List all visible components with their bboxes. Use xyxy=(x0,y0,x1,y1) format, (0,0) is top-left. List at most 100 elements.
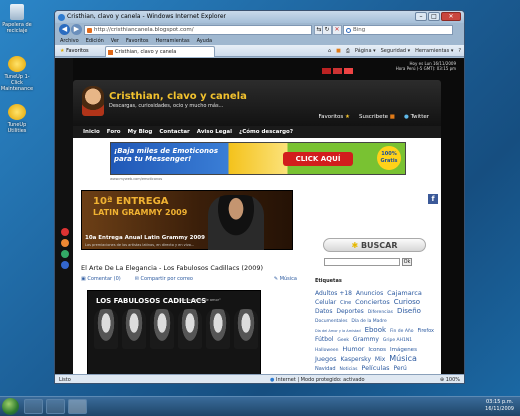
tag-link[interactable]: Día de la Madre xyxy=(351,319,386,324)
tag-link[interactable]: Fútbol xyxy=(315,336,333,343)
social-twitter[interactable]: ● Twitter xyxy=(404,114,429,120)
back-button[interactable]: ◀ xyxy=(59,24,70,35)
tag-link[interactable]: Deportes xyxy=(336,308,363,315)
tag-link[interactable]: Conciertos xyxy=(355,298,390,306)
tag-link[interactable]: Películas xyxy=(361,364,389,372)
nav-aviso-legal[interactable]: Aviso Legal xyxy=(197,126,232,138)
maximize-button[interactable]: □ xyxy=(428,12,440,21)
nav-como-descargo[interactable]: ¿Cómo descargo? xyxy=(239,126,293,138)
tag-link[interactable]: Ebook xyxy=(365,326,387,334)
post-share-link[interactable]: ✉ Compartir por correo xyxy=(135,276,193,282)
tag-link[interactable]: Gripe AH1N1 xyxy=(383,338,412,343)
blog-title[interactable]: Cristhian, clavo y canela xyxy=(109,91,247,102)
facebook-icon[interactable]: f xyxy=(428,194,438,204)
taskbar-ie-pinned[interactable] xyxy=(24,399,43,414)
minimize-button[interactable]: – xyxy=(415,12,427,21)
tag-link[interactable]: Cajamarca xyxy=(387,289,422,297)
tag-link[interactable]: Música xyxy=(389,354,417,363)
social-suscribete[interactable]: Suscribete ■ xyxy=(359,114,395,120)
favorites-button[interactable]: ★ Favoritos xyxy=(60,45,89,57)
tag-link[interactable]: Grammy xyxy=(353,336,379,343)
tag-link[interactable]: Humor xyxy=(342,345,364,353)
menu-herramientas[interactable]: Herramientas xyxy=(156,37,190,45)
window-titlebar[interactable]: Cristhian, clavo y canela - Windows Inte… xyxy=(55,11,464,23)
tag-link[interactable]: Documentales xyxy=(315,319,347,324)
tag-link[interactable]: Iconos xyxy=(368,347,386,353)
menu-ver[interactable]: Ver xyxy=(111,37,119,45)
tab-current[interactable]: Cristhian, clavo y canela xyxy=(105,46,215,57)
tag-link[interactable]: Día del Amor y la Amistad xyxy=(315,329,361,333)
mail-icon: ✉ xyxy=(134,276,139,282)
tag-link[interactable]: Fin de Año xyxy=(390,329,414,334)
tag-link[interactable]: Anuncios xyxy=(356,290,383,297)
menu-edicion[interactable]: Edición xyxy=(86,37,104,45)
social-favoritos[interactable]: Favoritos ★ xyxy=(318,114,350,120)
post-image[interactable]: LOS FABULOSOS CADILLACS "Contrabando de … xyxy=(87,290,261,374)
tag-link[interactable]: Adultos +18 xyxy=(315,290,352,297)
post-category-link[interactable]: ✎ Música xyxy=(274,276,297,282)
recycle-bin-icon xyxy=(10,4,24,20)
nav-foro[interactable]: Foro xyxy=(107,126,121,138)
close-button[interactable]: ✕ xyxy=(441,12,461,21)
browser-window: Cristhian, clavo y canela - Windows Inte… xyxy=(54,10,465,384)
tag-link[interactable]: Halloween xyxy=(315,348,338,353)
desktop-icon-recycle-bin[interactable]: Papelera de reciclaje xyxy=(0,4,34,34)
taskbar-media-player[interactable] xyxy=(68,399,87,414)
emoticon-ad-banner[interactable]: ¡Baja miles de Emoticonos para tu Messen… xyxy=(110,142,406,175)
tag-link[interactable]: Geek xyxy=(337,338,349,343)
system-tray-clock[interactable]: 03:15 p.m. 16/11/2009 xyxy=(485,399,514,413)
address-field[interactable]: http://cristhiancanela.blogspot.com/ xyxy=(84,25,312,35)
page-menu[interactable]: Página ▾ xyxy=(355,45,376,57)
post-comments-link[interactable]: ▣ Comentar (0) xyxy=(81,276,121,282)
social-icon[interactable] xyxy=(61,239,69,247)
print-icon[interactable]: ⎙ xyxy=(346,45,350,57)
tag-link[interactable]: Cine xyxy=(340,300,351,306)
blog-search-button[interactable]: Ok xyxy=(402,258,412,266)
ad-click-button[interactable]: CLICK AQUÍ xyxy=(283,152,353,166)
home-icon[interactable]: ⌂ xyxy=(328,45,331,57)
zoom-control[interactable]: ⊕ 100% xyxy=(440,375,460,383)
taskbar-explorer[interactable] xyxy=(46,399,65,414)
tag-link[interactable]: Imágenes xyxy=(390,347,417,353)
desktop-icon-tuneup-utilities[interactable]: TuneUp Utilities xyxy=(0,104,34,134)
tag-link[interactable]: Firefox xyxy=(417,328,434,334)
refresh-button[interactable]: ↻ xyxy=(322,25,332,35)
help-icon[interactable]: ? xyxy=(458,45,461,57)
tag-link[interactable]: Datos xyxy=(315,308,332,315)
tools-menu[interactable]: Herramientas ▾ xyxy=(415,45,453,57)
tag-link[interactable]: Navidad xyxy=(315,366,336,372)
desktop-icon-label: TuneUp 1-Click Maintenance xyxy=(0,74,34,92)
search-field[interactable]: Bing xyxy=(343,25,453,35)
nav-my-blog[interactable]: My Blog xyxy=(128,126,153,138)
social-icon[interactable] xyxy=(61,250,69,258)
tag-link[interactable]: Diferencias xyxy=(368,310,393,315)
desktop-icon-tuneup-maintenance[interactable]: TuneUp 1-Click Maintenance xyxy=(0,56,34,92)
feeds-icon[interactable]: ■ xyxy=(336,45,341,57)
safety-menu[interactable]: Seguridad ▾ xyxy=(381,45,411,57)
tag-link[interactable]: Kaspersky xyxy=(340,356,371,363)
tag-link[interactable]: Juegos xyxy=(315,355,337,363)
featured-banner-latin-grammy[interactable]: 10ª ENTREGA LATIN GRAMMY 2009 10a Entreg… xyxy=(81,190,293,250)
tag-link[interactable]: Celular xyxy=(315,299,336,306)
flag-icon[interactable] xyxy=(344,68,353,74)
nav-contactar[interactable]: Contactar xyxy=(159,126,189,138)
tag-link[interactable]: Mix xyxy=(375,356,385,363)
tag-link[interactable]: Diseño xyxy=(397,307,421,315)
security-zone[interactable]: ● Internet | Modo protegido: activado xyxy=(270,375,365,383)
nav-inicio[interactable]: Inicio xyxy=(83,126,100,138)
tag-link[interactable]: Perú xyxy=(393,365,406,372)
menu-ayuda[interactable]: Ayuda xyxy=(197,37,212,45)
menu-archivo[interactable]: Archivo xyxy=(60,37,79,45)
start-button[interactable] xyxy=(2,398,19,415)
social-icon[interactable] xyxy=(61,228,69,236)
flag-icon[interactable] xyxy=(333,68,342,74)
forward-button[interactable]: ▶ xyxy=(71,24,82,35)
blog-search-input[interactable] xyxy=(324,258,400,266)
tag-link[interactable]: Curioso xyxy=(394,298,420,306)
flag-icon[interactable] xyxy=(322,68,331,74)
tag-link[interactable]: Noticias xyxy=(340,367,358,372)
post-title[interactable]: El Arte De La Elegancia - Los Fabulosos … xyxy=(81,264,263,272)
stop-button[interactable]: ✕ xyxy=(332,25,342,35)
menu-favoritos[interactable]: Favoritos xyxy=(126,37,149,45)
social-icon[interactable] xyxy=(61,261,69,269)
